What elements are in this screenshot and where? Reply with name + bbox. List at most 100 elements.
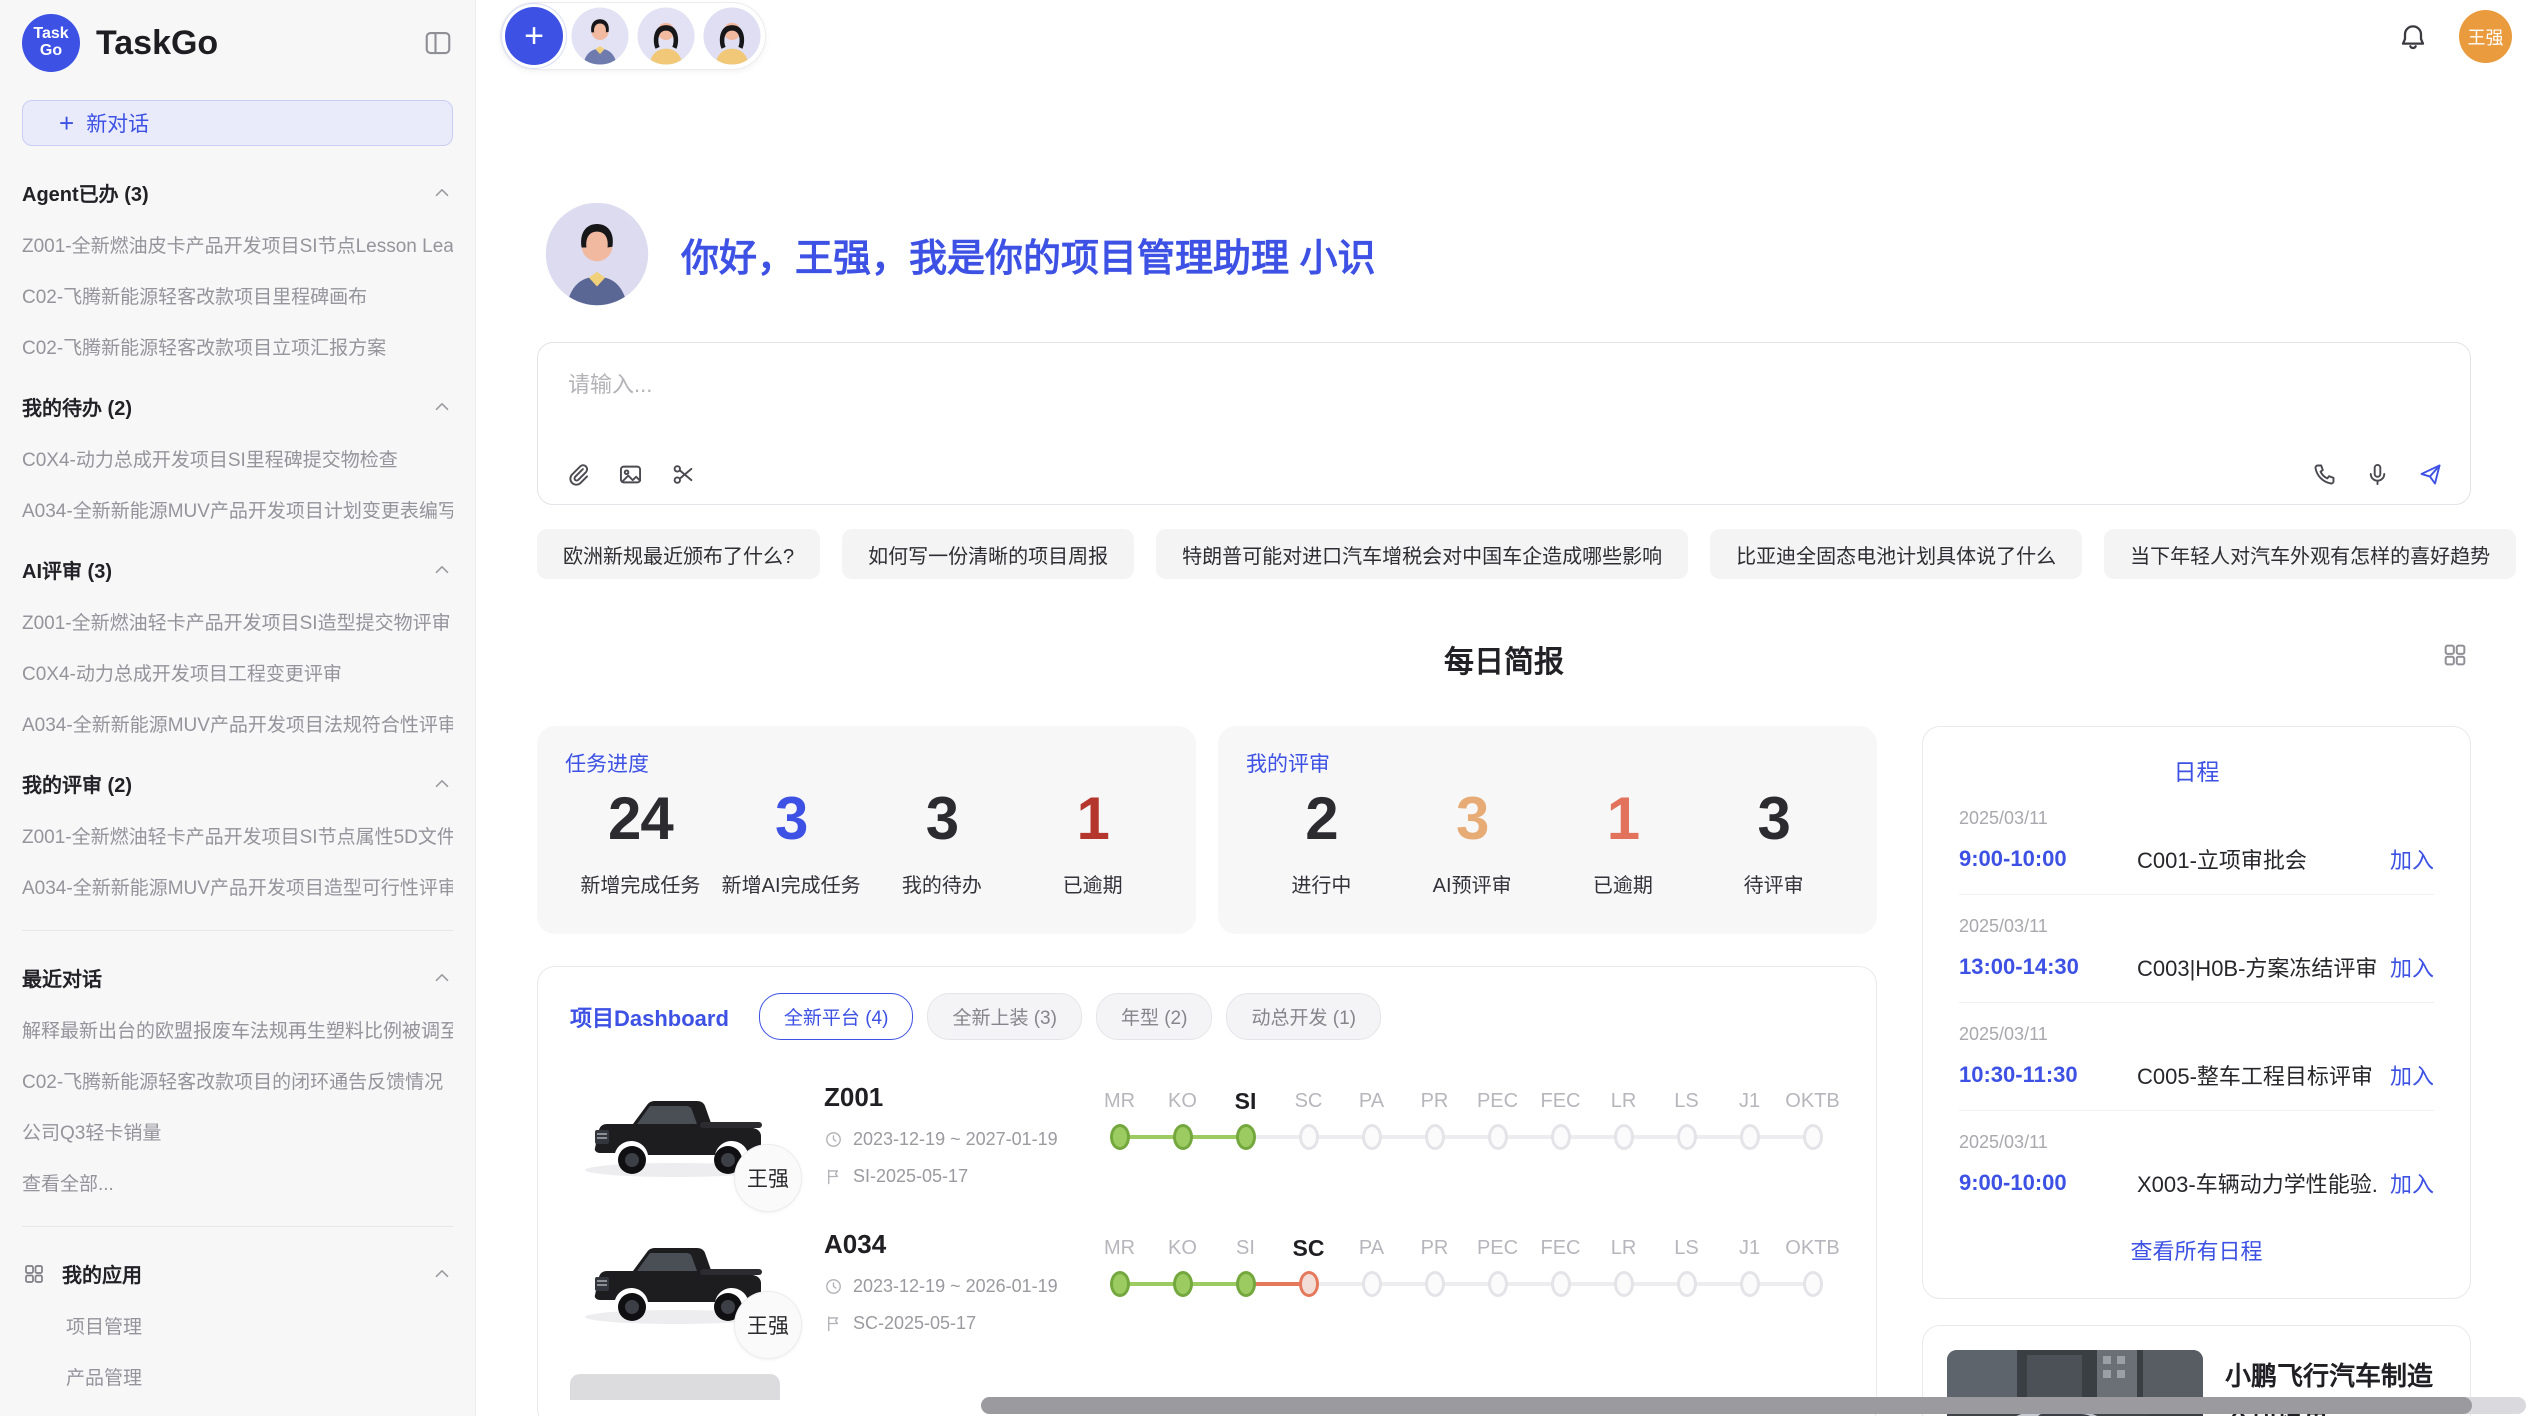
join-link[interactable]: 加入 [2390,1167,2434,1199]
sidebar-apps-title: 我的应用 [62,1259,142,1288]
milestone: PEC [1466,1231,1529,1305]
dashboard-title: 项目Dashboard [570,1001,729,1033]
milestone-dot-row [1466,1118,1529,1158]
project-rows: 王强Z0012023-12-19 ~ 2027-01-19SI-2025-05-… [570,1082,1844,1334]
milestone: LR [1592,1231,1655,1305]
topbar-right: 王强 [2397,2,2512,63]
milestone: LR [1592,1084,1655,1158]
sidebar-section-header[interactable]: Agent已办 (3) [22,178,453,207]
milestone-dot-row [1151,1118,1214,1158]
stat-value: 3 [867,784,1018,853]
agent-avatar-pill: + [500,2,766,70]
schedule-time: 13:00-14:30 [1959,954,2137,980]
add-agent-button[interactable]: + [505,7,563,65]
view-all-schedule-link[interactable]: 查看所有日程 [1959,1234,2434,1266]
horizontal-scrollbar-track[interactable] [981,1397,2526,1414]
milestone: LS [1655,1231,1718,1305]
sidebar-apps-header[interactable]: 我的应用 [22,1259,453,1288]
milestone-dot-row [1781,1118,1844,1158]
flag-icon [824,1314,843,1333]
new-chat-button[interactable]: + 新对话 [22,100,453,146]
logo-line2: Go [40,43,62,60]
join-link[interactable]: 加入 [2390,843,2434,875]
sidebar-task-item[interactable]: A034-全新新能源MUV产品开发项目法规符合性评审 [22,710,453,737]
suggestion-chip[interactable]: 如何写一份清晰的项目周报 [842,529,1134,579]
suggestion-chip[interactable]: 欧洲新规最近颁布了什么? [537,529,820,579]
stat-label: 我的待办 [867,869,1018,898]
collapse-sidebar-icon[interactable] [423,28,453,58]
recent-chat-item[interactable]: C02-飞腾新能源轻客改款项目的闭环通告反馈情况 [22,1067,453,1094]
microphone-icon[interactable] [2364,461,2391,488]
dashboard-tab[interactable]: 全新平台 (4) [759,993,914,1040]
voice-call-icon[interactable] [2311,461,2338,488]
milestone-label: MR [1104,1084,1135,1118]
milestone-dot [1299,1124,1319,1150]
notifications-bell-icon[interactable] [2397,21,2429,53]
milestone-dot [1803,1124,1823,1150]
sidebar-task-item[interactable]: C02-飞腾新能源轻客改款项目里程碑画布 [22,282,453,309]
stat-card-title: 任务进度 [565,748,1168,778]
sidebar-task-item[interactable]: Z001-全新燃油轻卡产品开发项目SI节点属性5D文件评审 [22,822,453,849]
project-row[interactable]: 王强A0342023-12-19 ~ 2026-01-19SC-2025-05-… [570,1229,1844,1334]
sidebar-task-item[interactable]: A034-全新新能源MUV产品开发项目计划变更表编写 [22,496,453,523]
sidebar-task-item[interactable]: Z001-全新燃油轻卡产品开发项目SI造型提交物评审 [22,608,453,635]
milestone-dot-row [1718,1118,1781,1158]
sidebar-task-item[interactable]: Z001-全新燃油皮卡产品开发项目SI节点Lesson Learn报告 [22,231,453,258]
sidebar-recent-header[interactable]: 最近对话 [22,963,453,992]
milestone-dot-row [1151,1265,1214,1305]
stat-column: 2进行中 [1246,784,1397,898]
image-upload-icon[interactable] [617,461,644,488]
suggestion-chip[interactable]: 特朗普可能对进口汽车增税会对中国车企造成哪些影响 [1156,529,1688,579]
chat-input-card [537,342,2471,505]
chevron-up-icon [431,396,453,418]
sidebar-section-header[interactable]: 我的评审 (2) [22,769,453,798]
sidebar-recent-title: 最近对话 [22,963,102,992]
recent-chat-item[interactable]: 查看全部... [22,1169,453,1196]
recent-chat-item[interactable]: 公司Q3轻卡销量 [22,1118,453,1145]
send-icon[interactable] [2417,461,2444,488]
join-link[interactable]: 加入 [2390,951,2434,983]
chat-input[interactable] [566,365,2442,429]
milestone-dot-row [1592,1265,1655,1305]
dashboard-tabs: 全新平台 (4) 全新上装 (3) 年型 (2) 动总开发 (1) [759,993,1381,1040]
milestone-label: J1 [1739,1084,1760,1118]
agent-avatar-3[interactable] [703,7,761,65]
dashboard-tab[interactable]: 全新上装 (3) [927,993,1082,1040]
app-name: TaskGo [96,24,218,63]
sidebar-task-item[interactable]: C0X4-动力总成开发项目SI里程碑提交物检查 [22,445,453,472]
app-item[interactable]: 项目管理 [22,1312,453,1339]
schedule-time: 9:00-10:00 [1959,846,2137,872]
suggestion-chip[interactable]: 当下年轻人对汽车外观有怎样的喜好趋势 [2104,529,2516,579]
schedule-time: 9:00-10:00 [1959,1170,2137,1196]
milestone-dot-row [1277,1265,1340,1305]
agent-avatar-1[interactable] [571,7,629,65]
chevron-up-icon [431,1263,453,1285]
schedule-items: 2025/03/119:00-10:00C001-立项审批会加入2025/03/… [1959,787,2434,1218]
sidebar-task-item[interactable]: C02-飞腾新能源轻客改款项目立项汇报方案 [22,333,453,360]
topbar: + 王强 [476,0,2532,70]
sidebar-task-item[interactable]: A034-全新新能源MUV产品开发项目造型可行性评审 [22,873,453,900]
milestone-dot [1236,1124,1256,1150]
dashboard-tab[interactable]: 动总开发 (1) [1226,993,1381,1040]
agent-avatar-2[interactable] [637,7,695,65]
suggestion-chip[interactable]: 比亚迪全固态电池计划具体说了什么 [1710,529,2082,579]
user-avatar[interactable]: 王强 [2459,10,2512,63]
screenshot-scissors-icon[interactable] [670,461,697,488]
project-row[interactable]: 王强Z0012023-12-19 ~ 2027-01-19SI-2025-05-… [570,1082,1844,1187]
sidebar-task-item[interactable]: C0X4-动力总成开发项目工程变更评审 [22,659,453,686]
sidebar-section-header[interactable]: AI评审 (3) [22,555,453,584]
app-item[interactable]: 产品管理 [22,1363,453,1390]
dashboard-tab[interactable]: 年型 (2) [1096,993,1213,1040]
milestone-label: LS [1674,1084,1698,1118]
sidebar-section-header[interactable]: 我的待办 (2) [22,392,453,421]
attachment-icon[interactable] [564,461,591,488]
milestone-dot-row [1529,1265,1592,1305]
horizontal-scrollbar-thumb[interactable] [981,1397,2472,1414]
stat-label: AI预评审 [1397,869,1548,898]
layout-grid-icon[interactable] [2441,641,2469,669]
flag-icon [824,1167,843,1186]
stat-column: 3待评审 [1698,784,1849,898]
recent-chat-item[interactable]: 解释最新出台的欧盟报废车法规再生塑料比例被调至15%... [22,1016,453,1043]
join-link[interactable]: 加入 [2390,1059,2434,1091]
milestone-dot-row [1340,1118,1403,1158]
